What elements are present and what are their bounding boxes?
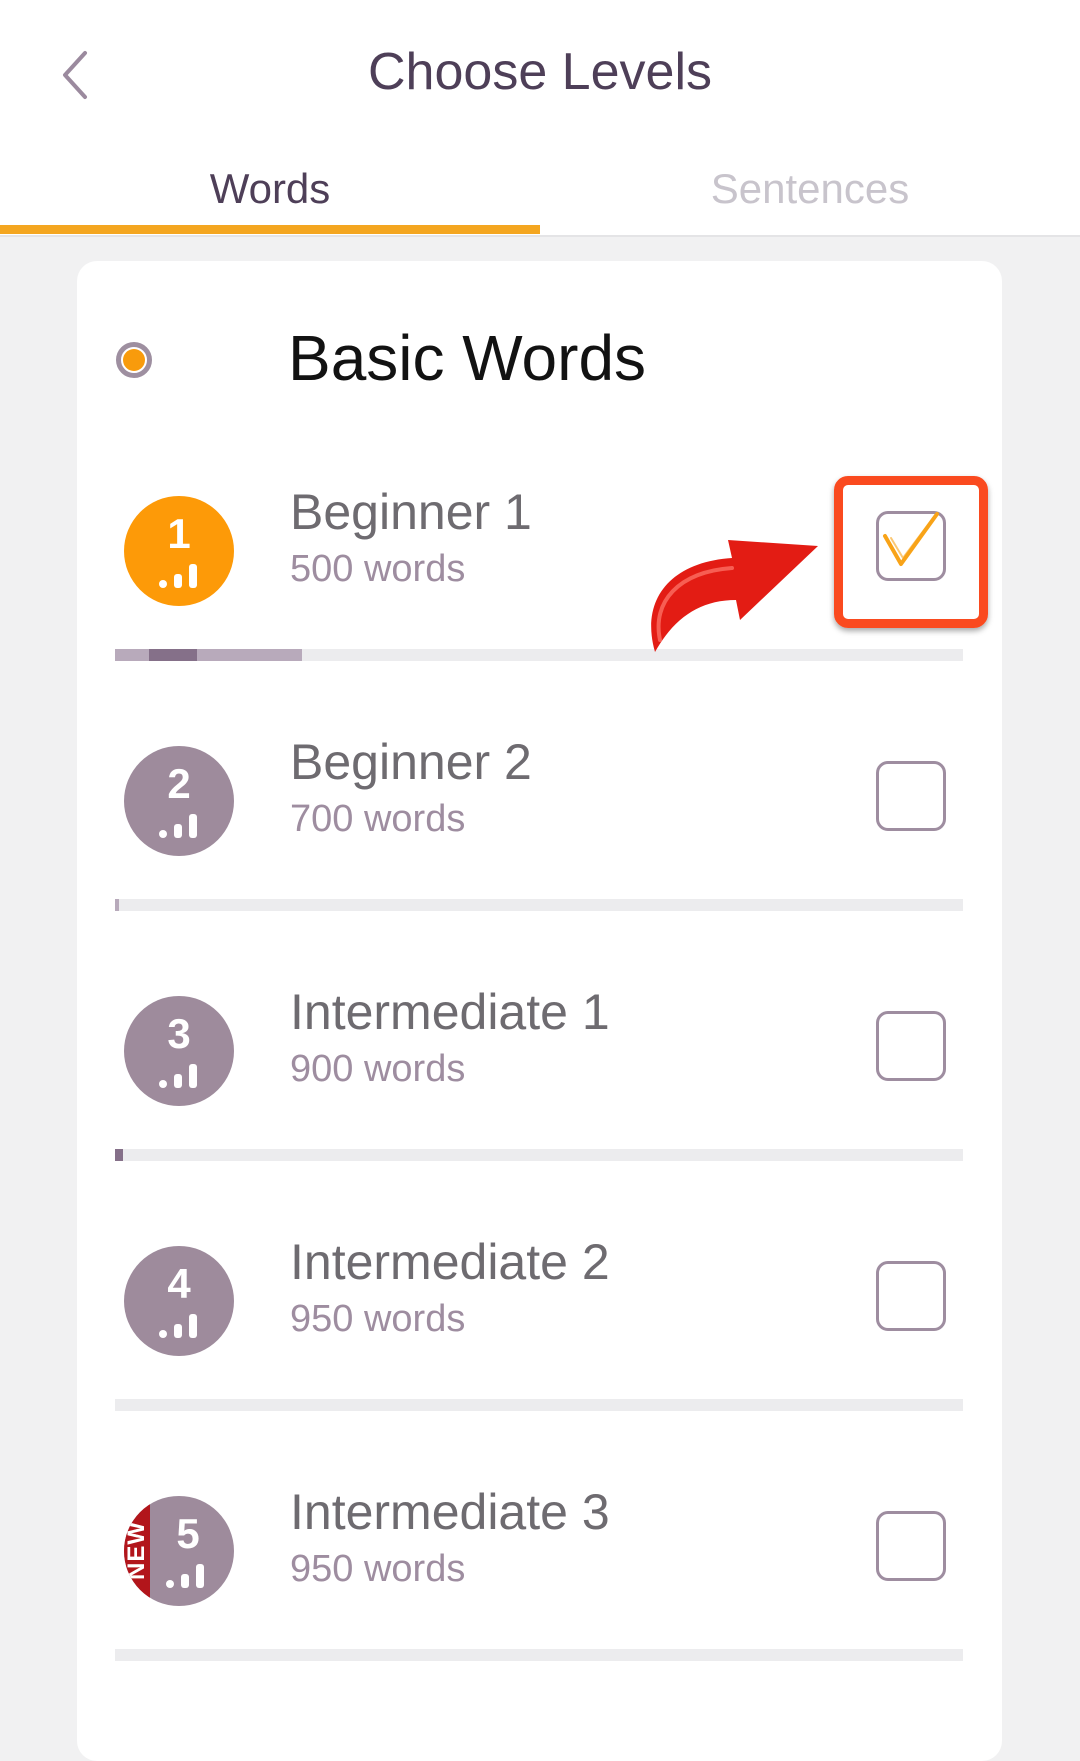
level-checkbox[interactable] — [876, 511, 946, 581]
signal-bars-icon — [159, 562, 201, 588]
level-progress-bar — [115, 1149, 963, 1161]
level-progress-bar — [115, 899, 963, 911]
progress-marker — [149, 649, 197, 661]
level-name: Intermediate 3 — [290, 1484, 610, 1540]
check-icon — [883, 512, 939, 566]
level-name: Beginner 2 — [290, 734, 532, 790]
active-tab-indicator — [0, 225, 540, 234]
level-word-count: 950 words — [290, 1298, 466, 1340]
app-header: Choose Levels Words Sentences — [0, 0, 1080, 237]
level-checkbox[interactable] — [876, 761, 946, 831]
level-badge: 1 — [124, 496, 234, 606]
level-badge: 2 — [124, 746, 234, 856]
level-badge: NEW 5 — [124, 1496, 234, 1606]
level-word-count: 900 words — [290, 1048, 466, 1090]
level-checkbox[interactable] — [876, 1511, 946, 1581]
progress-fill — [115, 649, 302, 661]
level-row[interactable]: 4 Intermediate 2 950 words — [77, 1211, 1002, 1461]
signal-bars-icon — [159, 1062, 201, 1088]
level-row[interactable]: 3 Intermediate 1 900 words — [77, 961, 1002, 1211]
level-name: Intermediate 1 — [290, 984, 610, 1040]
level-number: 5 — [176, 1510, 200, 1557]
pointer-arrow-icon — [651, 540, 818, 652]
signal-bars-icon — [166, 1562, 208, 1588]
signal-bars-icon — [159, 812, 201, 838]
level-number: 2 — [167, 760, 191, 807]
level-card: Basic Words 1 Beginner 1 500 words 2 Beg… — [77, 261, 1002, 1761]
level-row[interactable]: 2 Beginner 2 700 words — [77, 711, 1002, 961]
tab-bar: Words Sentences — [0, 145, 1080, 235]
level-word-count: 500 words — [290, 548, 466, 590]
section-radio[interactable] — [116, 342, 152, 378]
progress-fill — [115, 1149, 124, 1161]
level-checkbox[interactable] — [876, 1261, 946, 1331]
level-row[interactable]: 1 Beginner 1 500 words — [77, 461, 1002, 711]
radio-selected-dot — [123, 349, 145, 371]
level-row[interactable]: NEW 5 Intermediate 3 950 words — [77, 1461, 1002, 1711]
level-word-count: 950 words — [290, 1548, 466, 1590]
section-header: Basic Words — [77, 321, 1002, 431]
level-name: Beginner 1 — [290, 484, 532, 540]
level-progress-bar — [115, 1649, 963, 1661]
section-title: Basic Words — [288, 322, 647, 394]
level-number: 1 — [167, 510, 191, 557]
page-title: Choose Levels — [368, 43, 712, 101]
level-number: 4 — [167, 1260, 191, 1307]
level-word-count: 700 words — [290, 798, 466, 840]
level-number: 3 — [167, 1010, 191, 1057]
tab-words[interactable]: Words — [0, 145, 540, 233]
level-badge: 3 — [124, 996, 234, 1106]
level-name: Intermediate 2 — [290, 1234, 610, 1290]
signal-bars-icon — [159, 1312, 201, 1338]
tab-sentences[interactable]: Sentences — [540, 145, 1080, 233]
level-progress-bar — [115, 1399, 963, 1411]
progress-fill — [115, 899, 120, 911]
level-badge: 4 — [124, 1246, 234, 1356]
level-checkbox[interactable] — [876, 1011, 946, 1081]
